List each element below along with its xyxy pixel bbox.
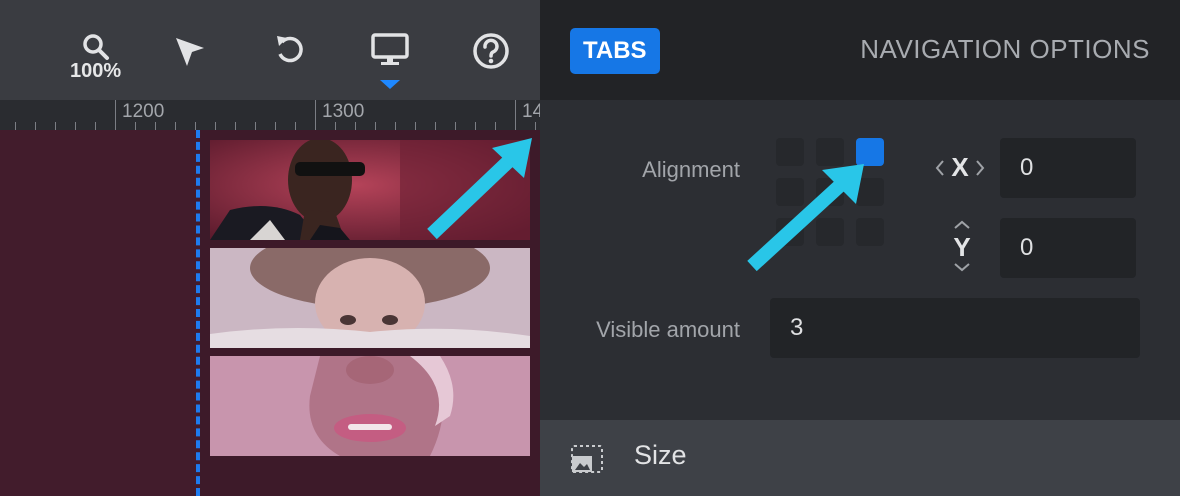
slide-canvas[interactable]: [0, 130, 540, 496]
ruler-tick: [155, 122, 156, 130]
select-tool-button[interactable]: [172, 34, 208, 70]
alignment-label: Alignment: [642, 157, 740, 182]
align-top-right[interactable]: [856, 138, 884, 166]
active-view-indicator: [380, 80, 400, 89]
ruler-tick: [415, 122, 416, 130]
panel-header: TABS NAVIGATION OPTIONS: [540, 0, 1180, 100]
ruler-tick: [295, 122, 296, 130]
zoom-control[interactable]: 100%: [70, 32, 121, 83]
guide-line[interactable]: [196, 130, 200, 496]
thumbnail-image: [210, 140, 530, 240]
size-section-header[interactable]: Size: [540, 420, 1180, 496]
ruler-tick: [495, 122, 496, 130]
pointer-icon: [176, 38, 204, 66]
search-icon: [82, 34, 109, 60]
align-middle-left[interactable]: [776, 178, 804, 206]
ruler-tick: [515, 100, 516, 130]
ruler-tick: [375, 122, 376, 130]
x-axis-letter: X: [951, 152, 969, 182]
ruler-tick: [95, 122, 96, 130]
align-middle-center[interactable]: [816, 178, 844, 206]
horizontal-ruler: 1200 1300 14: [0, 100, 540, 130]
visible-amount-input[interactable]: 3: [770, 298, 1140, 358]
x-offset-label: X: [934, 150, 986, 186]
x-offset-input[interactable]: 0: [1000, 138, 1136, 198]
app-root: 100% 1200 1300 14 TABS NAVIGATION OPTION…: [0, 0, 1180, 496]
ruler-label: 1300: [322, 101, 365, 122]
ruler-tick: [215, 122, 216, 130]
align-top-center[interactable]: [816, 138, 844, 166]
align-middle-right[interactable]: [856, 178, 884, 206]
size-section-label: Size: [634, 440, 687, 470]
ruler-tick: [315, 100, 316, 130]
y-offset-input[interactable]: 0: [1000, 218, 1136, 278]
tab-thumbnail-1[interactable]: [210, 140, 530, 240]
visible-amount-label: Visible amount: [596, 317, 740, 342]
ruler-tick: [15, 122, 16, 130]
ruler-tick: [175, 122, 176, 130]
canvas-background: [0, 130, 200, 496]
undo-icon: [277, 36, 303, 63]
ruler-tick: [355, 122, 356, 130]
ruler-tick: [435, 122, 436, 130]
ruler-tick: [255, 122, 256, 130]
ruler-tick: [475, 122, 476, 130]
ruler-tick: [395, 122, 396, 130]
align-bottom-right[interactable]: [856, 218, 884, 246]
panel-title: NAVIGATION OPTIONS: [860, 34, 1150, 64]
align-top-left[interactable]: [776, 138, 804, 166]
ruler-tick: [535, 122, 536, 130]
ruler-tick: [75, 122, 76, 130]
tab-thumbnail-2[interactable]: [210, 248, 530, 348]
undo-button[interactable]: [272, 32, 308, 68]
editor-toolbar: 100%: [0, 0, 540, 100]
ruler-tick: [55, 122, 56, 130]
zoom-level: 100%: [70, 60, 122, 82]
desktop-view-button[interactable]: [370, 32, 410, 68]
tab-thumbnail-3[interactable]: [210, 356, 530, 456]
help-button[interactable]: [472, 32, 510, 70]
image-size-icon: [571, 445, 603, 473]
align-bottom-left[interactable]: [776, 218, 804, 246]
ruler-tick: [455, 122, 456, 130]
ruler-tick: [135, 122, 136, 130]
navigation-options-panel: TABS NAVIGATION OPTIONS Alignment X 0 Y …: [540, 0, 1180, 496]
ruler-tick: [195, 122, 196, 130]
desktop-icon: [371, 33, 409, 65]
align-bottom-center[interactable]: [816, 218, 844, 246]
thumbnail-image: [210, 356, 530, 456]
ruler-label: 14: [522, 101, 540, 122]
y-offset-label: Y: [944, 218, 980, 274]
help-icon: [473, 33, 509, 69]
ruler-label: 1200: [122, 101, 165, 122]
editor-area: 100% 1200 1300 14: [0, 0, 540, 496]
ruler-tick: [115, 100, 116, 130]
ruler-tick: [335, 122, 336, 130]
ruler-tick: [235, 122, 236, 130]
ruler-tick: [275, 122, 276, 130]
thumbnail-image: [210, 248, 530, 348]
tabs-button[interactable]: TABS: [570, 28, 660, 74]
y-axis-letter: Y: [953, 232, 971, 262]
ruler-tick: [35, 122, 36, 130]
